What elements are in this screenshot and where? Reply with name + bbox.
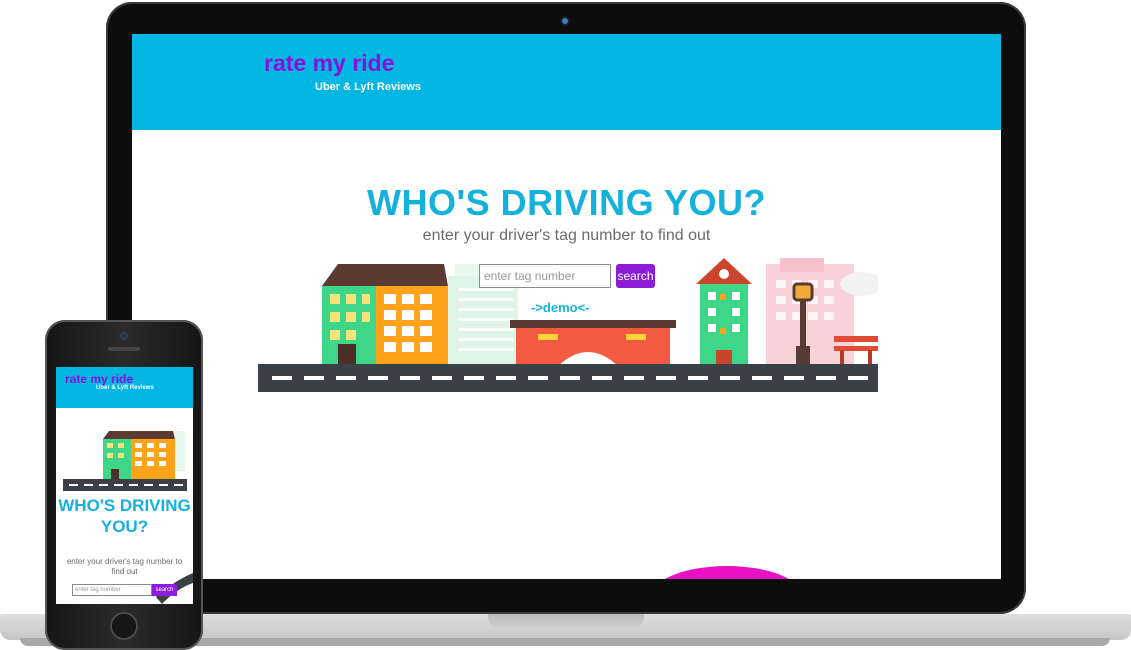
webcam-icon — [562, 18, 568, 24]
mobile-tag-number-input[interactable] — [72, 584, 152, 596]
phone-camera-icon — [121, 333, 127, 339]
pink-decoration — [652, 566, 802, 579]
hero-title: WHO'S DRIVING YOU? — [367, 182, 766, 223]
brand-logo[interactable]: rate my ride — [264, 50, 394, 77]
mobile-search-button[interactable]: search — [152, 584, 177, 596]
brand-tagline: Uber & Lyft Reviews — [315, 81, 421, 93]
mobile-webpage: rate my ride Uber & Lyft Reviews WHO'S D… — [56, 367, 193, 604]
mobile-brand-logo[interactable]: rate my ride — [65, 372, 133, 386]
phone-speaker — [108, 347, 140, 351]
desktop-webpage: rate my ride Uber & Lyft Reviews WHO'S D… — [132, 34, 1001, 579]
site-header: rate my ride Uber & Lyft Reviews — [132, 34, 1001, 130]
tag-number-input[interactable] — [479, 264, 611, 288]
mobile-city-illustration — [63, 431, 187, 491]
mobile-hero-title: WHO'S DRIVING YOU? — [58, 496, 191, 536]
mobile-brand-tagline: Uber & Lyft Reviews — [96, 385, 154, 391]
demo-link[interactable]: ->demo<- — [531, 300, 590, 315]
home-button — [110, 612, 138, 640]
laptop-notch — [488, 614, 644, 628]
hero-subtitle: enter your driver's tag number to find o… — [422, 227, 711, 244]
mobile-header: rate my ride Uber & Lyft Reviews — [56, 367, 193, 408]
search-button[interactable]: search — [616, 264, 655, 288]
